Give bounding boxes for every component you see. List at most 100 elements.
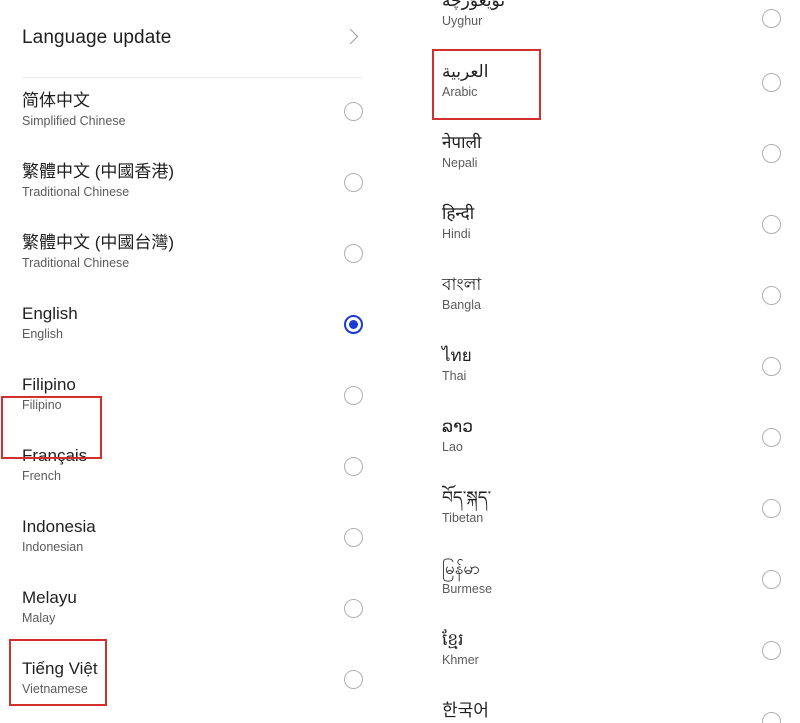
left-language-list: 简体中文 Simplified Chinese 繁體中文 (中國香港) Traditi… <box>0 78 372 723</box>
language-labels: 한국어Korean <box>442 700 489 723</box>
language-native-name: ລາວ <box>442 417 473 436</box>
language-labels: نۇيغۇرچە Uyghur <box>442 0 505 30</box>
language-row[interactable]: Filipino Filipino <box>0 362 372 433</box>
language-english-name: Hindi <box>442 227 471 241</box>
language-native-name: ខ្មែរ <box>442 630 464 649</box>
language-labels: ไทย Thai <box>442 345 472 385</box>
radio-button[interactable] <box>762 73 781 92</box>
language-native-name: বাংলা <box>442 275 482 294</box>
language-row[interactable]: ລາວ Lao <box>400 404 800 475</box>
radio-button[interactable] <box>762 357 781 376</box>
chevron-right-icon[interactable] <box>342 28 359 45</box>
language-english-name: Khmer <box>442 653 479 667</box>
language-english-name: French <box>22 469 61 483</box>
language-row[interactable]: မြန်မာ Burmese <box>400 546 800 617</box>
language-labels: ខ្មែរ Khmer <box>442 629 479 669</box>
language-row[interactable]: हिन्दी Hindi <box>400 191 800 262</box>
language-labels: Tiếng Việt Vietnamese <box>22 658 98 698</box>
radio-button[interactable] <box>344 102 363 121</box>
radio-button[interactable] <box>762 9 781 28</box>
radio-button[interactable] <box>344 457 363 476</box>
radio-button[interactable] <box>762 712 781 723</box>
language-english-name: Nepali <box>442 156 478 170</box>
radio-button[interactable] <box>762 428 781 447</box>
right-language-panel: نۇيغۇرچە Uyghur العربية Arabic नेपाली Nepali ह… <box>400 0 800 723</box>
language-labels: العربية Arabic <box>442 61 488 101</box>
language-labels: Français French <box>22 445 87 485</box>
language-row[interactable]: العربية Arabic <box>400 49 800 120</box>
left-language-panel: Language update 简体中文 Simplified Chinese 繁體… <box>0 0 372 723</box>
language-labels: မြန်မာ Burmese <box>442 558 492 598</box>
language-row[interactable]: བོད་སྐད་ Tibetan <box>400 475 800 546</box>
language-labels: 简体中文 Simplified Chinese <box>22 90 126 130</box>
language-labels: བོད་སྐད་ Tibetan <box>442 487 491 527</box>
language-labels: 繁體中文 (中國香港) Traditional Chinese <box>22 161 174 201</box>
radio-button[interactable] <box>344 599 363 618</box>
radio-button[interactable] <box>762 286 781 305</box>
language-row[interactable]: 한국어Korean <box>400 688 800 723</box>
language-labels: English English <box>22 303 78 343</box>
language-row[interactable]: 繁體中文 (中國香港) Traditional Chinese <box>0 149 372 220</box>
language-native-name: हिन्दी <box>442 204 475 223</box>
language-native-name: نۇيغۇرچە <box>442 0 506 10</box>
language-native-name: 繁體中文 (中國香港) <box>22 162 175 181</box>
language-row[interactable]: ไทย Thai <box>400 333 800 404</box>
language-native-name: Indonesia <box>22 517 96 536</box>
language-english-name: Simplified Chinese <box>22 114 126 128</box>
radio-button[interactable] <box>762 641 781 660</box>
radio-button[interactable] <box>344 173 363 192</box>
language-native-name: नेपाली <box>442 133 482 152</box>
language-native-name: English <box>22 304 78 323</box>
radio-button[interactable] <box>762 144 781 163</box>
language-labels: 繁體中文 (中國台灣) Traditional Chinese <box>22 232 174 272</box>
radio-button[interactable] <box>344 528 363 547</box>
language-native-name: Tiếng Việt <box>22 659 98 678</box>
language-english-name: Uyghur <box>442 14 483 28</box>
language-row[interactable]: ខ្មែរ Khmer <box>400 617 800 688</box>
language-labels: Indonesia Indonesian <box>22 516 96 556</box>
language-native-name: 한국어 <box>442 701 489 720</box>
language-native-name: ไทย <box>442 346 472 365</box>
language-update-header[interactable]: Language update <box>0 0 372 78</box>
language-native-name: བོད་སྐད་ <box>442 488 492 507</box>
language-native-name: 简体中文 <box>22 91 90 110</box>
radio-button[interactable] <box>762 570 781 589</box>
language-labels: ລາວ Lao <box>442 416 473 456</box>
language-native-name: မြန်မာ <box>442 559 481 578</box>
language-native-name: العربية <box>442 62 489 81</box>
language-row[interactable]: Indonesia Indonesian <box>0 504 372 575</box>
language-labels: Filipino Filipino <box>22 374 76 414</box>
language-selection-screenshot: Language update 简体中文 Simplified Chinese 繁體… <box>0 0 800 723</box>
language-native-name: Melayu <box>22 588 77 607</box>
language-english-name: Filipino <box>22 398 62 412</box>
language-row[interactable]: Tiếng Việt Vietnamese <box>0 646 372 717</box>
radio-button[interactable] <box>344 244 363 263</box>
language-english-name: Thai <box>442 369 467 383</box>
language-row[interactable]: नेपाली Nepali <box>400 120 800 191</box>
page-title: Language update <box>22 27 172 48</box>
language-row[interactable]: 繁體中文 (中國台灣) Traditional Chinese <box>0 220 372 291</box>
language-row[interactable]: 简体中文 Simplified Chinese <box>0 78 372 149</box>
language-row[interactable]: Melayu Malay <box>0 575 372 646</box>
radio-button[interactable] <box>762 499 781 518</box>
right-language-list: نۇيغۇرچە Uyghur العربية Arabic नेपाली Nepali ह… <box>400 0 800 723</box>
radio-button[interactable] <box>762 215 781 234</box>
language-native-name: 繁體中文 (中國台灣) <box>22 233 175 252</box>
language-english-name: Vietnamese <box>22 682 88 696</box>
language-english-name: English <box>22 327 63 341</box>
radio-button-selected[interactable] <box>344 315 363 334</box>
language-english-name: Tibetan <box>442 511 484 525</box>
language-row[interactable]: English English <box>0 291 372 362</box>
language-native-name: Français <box>22 446 88 465</box>
language-row[interactable]: نۇيغۇرچە Uyghur <box>400 0 800 49</box>
language-labels: Melayu Malay <box>22 587 77 627</box>
radio-button[interactable] <box>344 670 363 689</box>
language-labels: हिन्दी Hindi <box>442 203 474 243</box>
language-english-name: Bangla <box>442 298 481 312</box>
language-row[interactable]: বাংলা Bangla <box>400 262 800 333</box>
language-row[interactable]: Français French <box>0 433 372 504</box>
language-english-name: Arabic <box>442 85 478 99</box>
language-row[interactable]: РусскийRussian <box>0 717 372 723</box>
language-english-name: Traditional Chinese <box>22 256 130 270</box>
radio-button[interactable] <box>344 386 363 405</box>
